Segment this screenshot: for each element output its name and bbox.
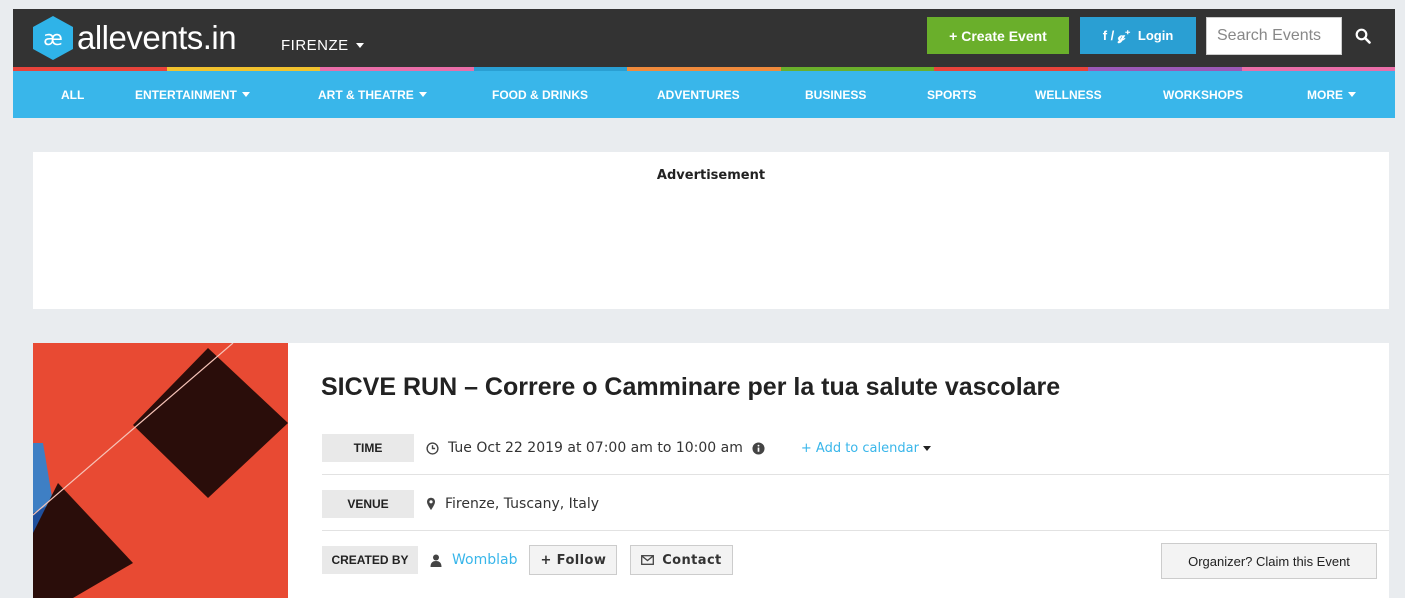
nav-item-all[interactable]: ALL	[61, 71, 84, 118]
nav-label: WELLNESS	[1035, 87, 1102, 102]
chevron-down-icon	[241, 92, 250, 97]
venue-label: VENUE	[322, 490, 414, 518]
city-selector[interactable]: FIRENZE	[281, 37, 364, 54]
search-icon	[1355, 28, 1371, 44]
time-label: TIME	[322, 434, 414, 462]
row-divider	[322, 474, 1389, 475]
top-bar: æ allevents.in FIRENZE + Create Event f …	[13, 9, 1395, 67]
nav-label: MORE	[1307, 87, 1343, 102]
nav-label: ENTERTAINMENT	[135, 87, 237, 102]
contact-label: Contact	[662, 552, 722, 568]
add-to-calendar-button[interactable]: + Add to calendar	[801, 441, 931, 456]
chevron-down-icon	[1348, 92, 1356, 97]
advertisement-label: Advertisement	[656, 168, 766, 183]
event-artwork	[33, 343, 288, 598]
nav-item-entertainment[interactable]: ENTERTAINMENT	[135, 71, 250, 118]
nav-item-wellness[interactable]: WELLNESS	[1035, 71, 1102, 118]
category-nav: ALL ENTERTAINMENT ART & THEATRE FOOD & D…	[13, 71, 1395, 118]
nav-label: WORKSHOPS	[1163, 87, 1244, 102]
nav-label: ART & THEATRE	[318, 87, 414, 102]
nav-item-sports[interactable]: SPORTS	[927, 71, 976, 118]
nav-label: SPORTS	[927, 87, 977, 102]
nav-item-business[interactable]: BUSINESS	[805, 71, 866, 118]
login-button[interactable]: f / 𝓰⁺ Login	[1080, 17, 1196, 54]
event-card: SICVE RUN – Correre o Camminare per la t…	[33, 343, 1389, 598]
event-time: Tue Oct 22 2019 at 07:00 am to 10:00 am	[448, 440, 743, 456]
logo-hexagon-icon: æ	[33, 16, 73, 60]
chevron-down-icon	[922, 445, 931, 451]
nav-item-art-theatre[interactable]: ART & THEATRE	[318, 71, 427, 118]
venue-row: VENUE Firenze, Tuscany, Italy	[322, 490, 599, 518]
nav-label: ALL	[61, 87, 85, 102]
nav-label: FOOD & DRINKS	[492, 87, 588, 102]
add-to-calendar-label: + Add to calendar	[800, 440, 919, 456]
search-box	[1206, 17, 1384, 55]
chevron-down-icon	[418, 92, 427, 97]
clock-icon	[426, 441, 439, 455]
map-pin-icon	[427, 497, 435, 510]
created-by-row: CREATED BY Womblab + Follow Contact	[322, 545, 733, 575]
follow-button[interactable]: + Follow	[529, 545, 618, 575]
chevron-down-icon	[355, 43, 364, 48]
login-label: Login	[1137, 28, 1174, 43]
advertisement-box[interactable]: Advertisement	[33, 152, 1389, 309]
nav-item-workshops[interactable]: WORKSHOPS	[1163, 71, 1243, 118]
time-value-group: Tue Oct 22 2019 at 07:00 am to 10:00 am …	[426, 440, 931, 456]
row-divider	[322, 530, 1389, 531]
search-button[interactable]	[1342, 17, 1384, 55]
user-icon	[430, 554, 442, 567]
info-icon[interactable]	[752, 441, 765, 455]
nav-item-food-drinks[interactable]: FOOD & DRINKS	[492, 71, 588, 118]
nav-label: ADVENTURES	[657, 87, 740, 102]
nav-item-more[interactable]: MORE	[1307, 71, 1356, 118]
search-input[interactable]	[1206, 17, 1342, 55]
event-venue[interactable]: Firenze, Tuscany, Italy	[445, 496, 599, 512]
logo-text: allevents.in	[77, 19, 237, 56]
nav-label: BUSINESS	[805, 87, 867, 102]
organizer-link[interactable]: Womblab	[452, 552, 517, 568]
venue-value-group: Firenze, Tuscany, Italy	[426, 496, 599, 512]
event-title: SICVE RUN – Correre o Camminare per la t…	[321, 373, 1061, 401]
envelope-icon	[641, 555, 655, 565]
contact-button[interactable]: Contact	[630, 545, 733, 575]
time-row: TIME Tue Oct 22 2019 at 07:00 am to 10:0…	[322, 434, 931, 462]
event-image[interactable]	[33, 343, 288, 598]
create-event-button[interactable]: + Create Event	[927, 17, 1069, 54]
nav-item-adventures[interactable]: ADVENTURES	[657, 71, 740, 118]
city-label: FIRENZE	[281, 37, 349, 54]
organizer-group: Womblab	[430, 552, 517, 568]
site-logo[interactable]: æ allevents.in	[33, 16, 237, 60]
claim-event-button[interactable]: Organizer? Claim this Event	[1161, 543, 1377, 579]
social-icons: f / 𝓰⁺	[1102, 27, 1130, 43]
created-by-label: CREATED BY	[322, 546, 418, 574]
